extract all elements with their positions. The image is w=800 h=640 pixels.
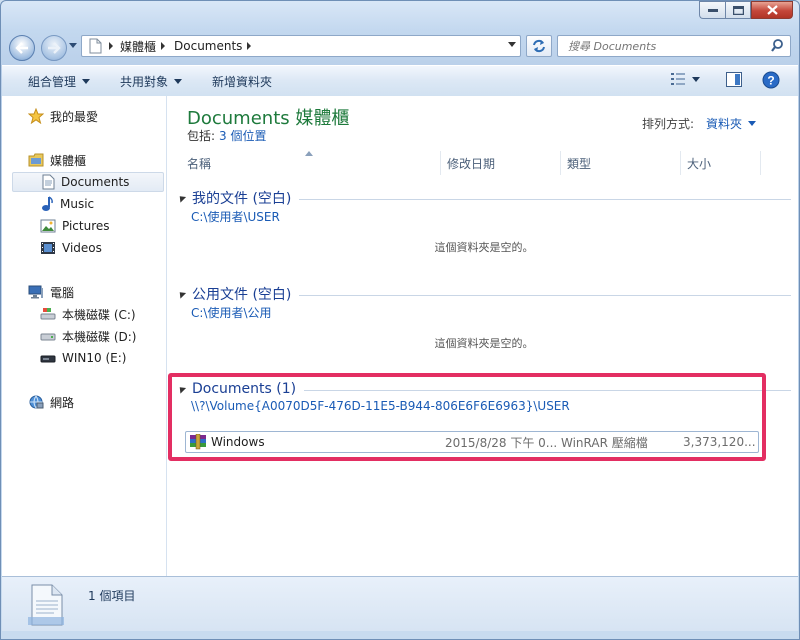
system-drive-icon bbox=[40, 308, 56, 320]
computer-icon bbox=[28, 285, 43, 299]
breadcrumb-separator-icon[interactable] bbox=[160, 42, 166, 50]
chevron-down-icon bbox=[82, 79, 91, 84]
close-button[interactable] bbox=[751, 1, 793, 19]
pictures-icon bbox=[40, 219, 56, 233]
forward-arrow-icon bbox=[48, 42, 61, 54]
minimize-button[interactable] bbox=[699, 1, 725, 19]
divider bbox=[299, 198, 791, 200]
document-folder-icon bbox=[89, 38, 102, 54]
breadcrumb-libraries[interactable]: 媒體櫃 bbox=[120, 38, 166, 55]
group-header[interactable]: 公用文件 (空白) bbox=[176, 284, 791, 304]
group-header[interactable]: 我的文件 (空白) bbox=[176, 188, 791, 208]
breadcrumb-separator-icon[interactable] bbox=[108, 42, 114, 50]
star-icon bbox=[28, 108, 44, 124]
divider bbox=[299, 294, 791, 296]
column-headers: 名稱 修改日期 類型 大小 bbox=[181, 151, 799, 175]
collapse-icon[interactable] bbox=[176, 193, 187, 203]
search-input[interactable] bbox=[566, 39, 770, 54]
preview-pane-icon bbox=[726, 72, 742, 87]
group-path-link[interactable]: C:\使用者\公用 bbox=[191, 304, 791, 321]
forward-button[interactable] bbox=[41, 35, 67, 61]
group-path-link[interactable]: C:\使用者\USER bbox=[191, 208, 791, 225]
change-view-button[interactable] bbox=[670, 72, 700, 86]
library-includes: 包括: 3 個位置 bbox=[187, 129, 267, 143]
command-bar: 組合管理 共用對象 新增資料夾 ? bbox=[2, 65, 798, 97]
chevron-down-icon bbox=[692, 76, 700, 82]
nav-computer[interactable]: 電腦 bbox=[28, 282, 74, 302]
recent-pages-chevron-icon[interactable] bbox=[69, 43, 77, 49]
collapse-icon[interactable] bbox=[176, 289, 187, 299]
column-header-name[interactable]: 名稱 bbox=[181, 151, 441, 175]
library-icon bbox=[28, 153, 44, 167]
help-icon: ? bbox=[762, 71, 780, 89]
address-dropdown-icon[interactable] bbox=[508, 42, 516, 48]
search-box[interactable] bbox=[557, 35, 791, 57]
back-arrow-icon bbox=[15, 42, 28, 54]
back-button[interactable] bbox=[9, 35, 35, 61]
share-button[interactable]: 共用對象 bbox=[120, 73, 183, 90]
hard-drive-icon bbox=[40, 333, 56, 341]
column-header-date-modified[interactable]: 修改日期 bbox=[441, 151, 561, 175]
group-my-documents: 我的文件 (空白) C:\使用者\USER 這個資料夾是空的。 bbox=[176, 188, 791, 255]
documents-library-icon bbox=[28, 584, 64, 626]
close-icon bbox=[766, 5, 778, 15]
group-public-documents: 公用文件 (空白) C:\使用者\公用 這個資料夾是空的。 bbox=[176, 284, 791, 351]
navigation-pane: 我的最愛 媒體櫃 Documents Music Pictures Videos bbox=[2, 96, 167, 577]
chevron-down-icon bbox=[748, 121, 756, 126]
nav-videos[interactable]: Videos bbox=[40, 238, 102, 258]
help-button[interactable]: ? bbox=[762, 71, 780, 89]
content-area: 我的最愛 媒體櫃 Documents Music Pictures Videos bbox=[2, 96, 798, 577]
videos-icon bbox=[41, 242, 55, 254]
empty-folder-text: 這個資料夾是空的。 bbox=[434, 337, 534, 350]
address-bar[interactable]: 媒體櫃 Documents bbox=[81, 35, 521, 57]
minimize-icon bbox=[707, 9, 718, 12]
nav-libraries[interactable]: 媒體櫃 bbox=[28, 150, 86, 170]
breadcrumb-separator-icon[interactable] bbox=[246, 42, 252, 50]
arrange-by-dropdown[interactable]: 資料夾 bbox=[706, 115, 756, 132]
nav-pictures[interactable]: Pictures bbox=[40, 216, 110, 236]
maximize-icon bbox=[732, 5, 744, 15]
nav-network[interactable]: 網路 bbox=[28, 392, 74, 412]
includes-locations-link[interactable]: 3 個位置 bbox=[219, 129, 266, 143]
refresh-icon bbox=[533, 39, 545, 53]
empty-folder-text: 這個資料夾是空的。 bbox=[434, 241, 534, 254]
nav-drive-c[interactable]: 本機磁碟 (C:) bbox=[40, 304, 136, 324]
maximize-button[interactable] bbox=[725, 1, 751, 19]
new-folder-button[interactable]: 新增資料夾 bbox=[212, 73, 272, 90]
documents-icon bbox=[42, 174, 55, 190]
organize-button[interactable]: 組合管理 bbox=[28, 73, 91, 90]
music-icon bbox=[42, 196, 53, 211]
network-icon bbox=[29, 395, 44, 409]
nav-drive-e[interactable]: WIN10 (E:) bbox=[40, 348, 126, 368]
nav-documents[interactable]: Documents bbox=[12, 172, 164, 192]
window-controls bbox=[699, 1, 793, 19]
removable-drive-icon bbox=[40, 355, 56, 363]
refresh-button[interactable] bbox=[526, 35, 552, 57]
chevron-down-icon bbox=[174, 79, 183, 84]
highlight-box bbox=[168, 373, 766, 461]
search-icon[interactable] bbox=[771, 39, 784, 53]
svg-text:?: ? bbox=[767, 74, 774, 88]
arrange-by: 排列方式: 資料夾 bbox=[642, 115, 756, 132]
nav-favorites[interactable]: 我的最愛 bbox=[28, 106, 98, 126]
preview-pane-button[interactable] bbox=[726, 72, 742, 87]
column-header-type[interactable]: 類型 bbox=[561, 151, 681, 175]
nav-music[interactable]: Music bbox=[40, 194, 94, 214]
item-count: 1 個項目 bbox=[88, 589, 136, 603]
details-pane: 1 個項目 bbox=[2, 576, 798, 631]
column-header-size[interactable]: 大小 bbox=[681, 151, 761, 175]
breadcrumb-documents[interactable]: Documents bbox=[174, 39, 252, 53]
nav-drive-d[interactable]: 本機磁碟 (D:) bbox=[40, 326, 136, 346]
address-row: 媒體櫃 Documents bbox=[9, 33, 791, 61]
file-list-pane: Documents 媒體櫃 包括: 3 個位置 排列方式: 資料夾 名稱 修改日期… bbox=[167, 96, 798, 577]
details-view-icon bbox=[671, 73, 685, 85]
explorer-window: 媒體櫃 Documents 組合管理 共用對象 新增資料夾 ? bbox=[0, 0, 800, 640]
